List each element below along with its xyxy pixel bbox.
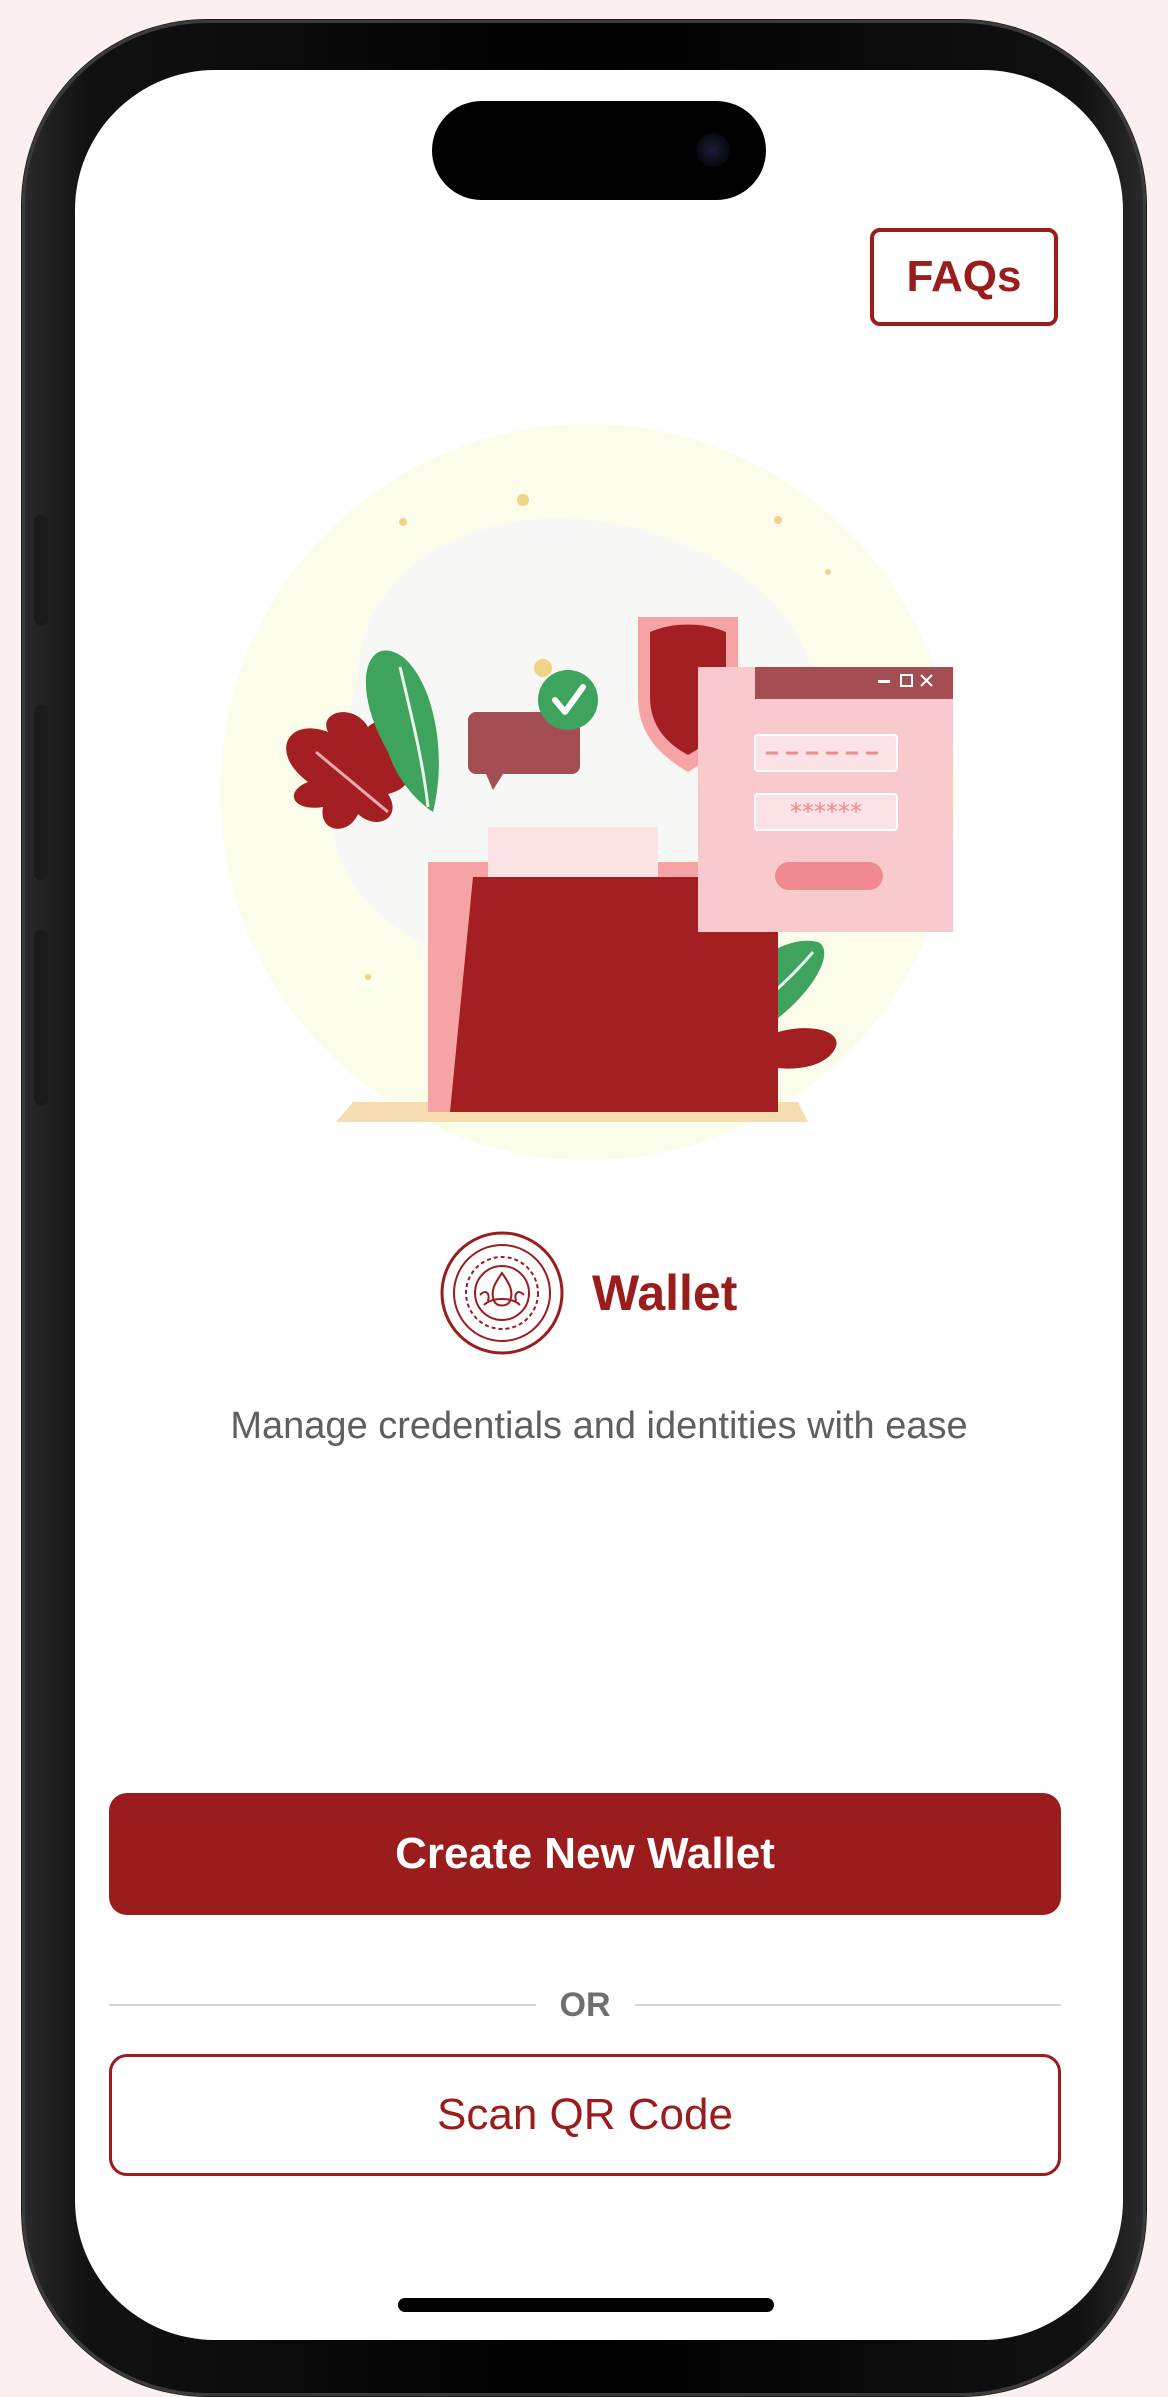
or-divider: OR bbox=[109, 1985, 1061, 2025]
login-window-icon: ****** bbox=[698, 667, 953, 932]
wallet-illustration: ****** bbox=[218, 422, 958, 1162]
volume-up-button bbox=[34, 705, 48, 880]
faqs-button[interactable]: FAQs bbox=[870, 228, 1058, 326]
app-name: Wallet bbox=[592, 1265, 738, 1321]
action-button bbox=[34, 515, 48, 625]
divider-line-right bbox=[634, 2004, 1061, 2006]
camera-icon bbox=[696, 133, 730, 167]
divider-line-left bbox=[109, 2004, 536, 2006]
scan-qr-code-button[interactable]: Scan QR Code bbox=[109, 2054, 1061, 2176]
brand-row: Wallet bbox=[440, 1231, 737, 1355]
institute-seal-icon bbox=[440, 1231, 564, 1355]
checkmark-icon bbox=[538, 670, 598, 730]
app-tagline: Manage credentials and identities with e… bbox=[230, 1405, 968, 1447]
create-new-wallet-button[interactable]: Create New Wallet bbox=[109, 1793, 1061, 1915]
dynamic-island bbox=[432, 101, 766, 200]
home-indicator[interactable] bbox=[398, 2298, 774, 2312]
app-screen: FAQs ****** Wallet Manage credentials an… bbox=[75, 70, 1123, 2340]
password-mask: ****** bbox=[790, 798, 862, 826]
volume-down-button bbox=[34, 930, 48, 1105]
or-label: OR bbox=[559, 1985, 611, 2024]
